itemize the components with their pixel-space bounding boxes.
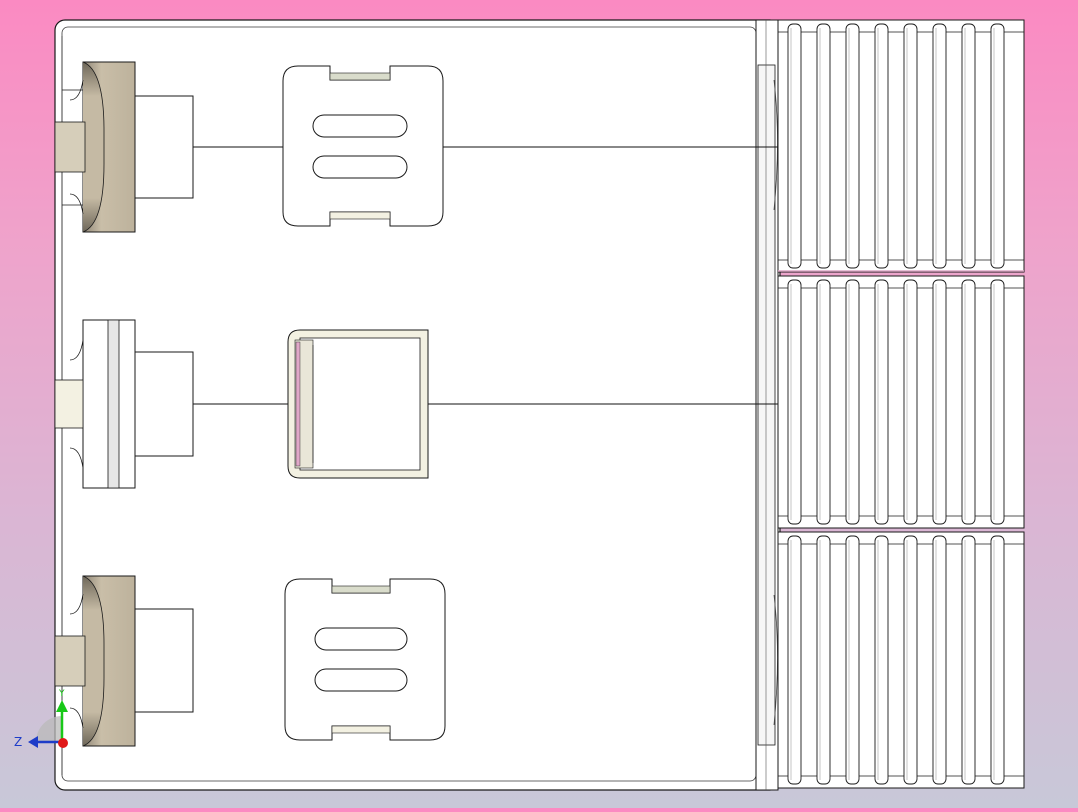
x-axis-dot: [58, 738, 68, 748]
coordinate-triad: Z Y: [14, 689, 68, 749]
heatsink-fin-stack: [777, 19, 1025, 789]
heatsink-fin: [874, 23, 889, 269]
heatsink-fin: [990, 535, 1005, 785]
heatsink-fin: [874, 535, 889, 785]
heatsink-fin: [961, 23, 976, 269]
heatsink-block: [777, 19, 1025, 273]
square-window-middle[interactable]: [287, 329, 429, 479]
heatsink-fin: [874, 279, 889, 525]
heatsink-fin: [845, 279, 860, 525]
y-axis-label: Y: [58, 689, 65, 699]
heatsink-fin: [845, 23, 860, 269]
heatsink-fin: [932, 23, 947, 269]
heatsink-fin: [787, 23, 802, 269]
heatsink-fin: [932, 535, 947, 785]
heatsink-fin: [845, 535, 860, 785]
heatsink-fin: [961, 535, 976, 785]
cad-viewport[interactable]: Z Y: [0, 0, 1078, 808]
heatsink-fin: [903, 279, 918, 525]
heatsink-fin: [903, 23, 918, 269]
heatsink-fin: [903, 535, 918, 785]
heatsink-fin: [816, 535, 831, 785]
heatsink-fin: [816, 279, 831, 525]
heatsink-fin: [787, 279, 802, 525]
heatsink-fin: [961, 279, 976, 525]
z-axis-label: Z: [14, 735, 22, 749]
heatsink-fin: [932, 279, 947, 525]
heatsink-fin: [990, 279, 1005, 525]
z-arrow-head: [28, 736, 38, 748]
housing-flange: [755, 19, 779, 791]
heatsink-block: [777, 275, 1025, 529]
heatsink-block: [777, 531, 1025, 789]
heatsink-fin: [816, 23, 831, 269]
slot-plate-top[interactable]: [282, 65, 444, 227]
heatsink-fin: [990, 23, 1005, 269]
slot-plate-bottom[interactable]: [284, 578, 446, 741]
heatsink-fin: [787, 535, 802, 785]
